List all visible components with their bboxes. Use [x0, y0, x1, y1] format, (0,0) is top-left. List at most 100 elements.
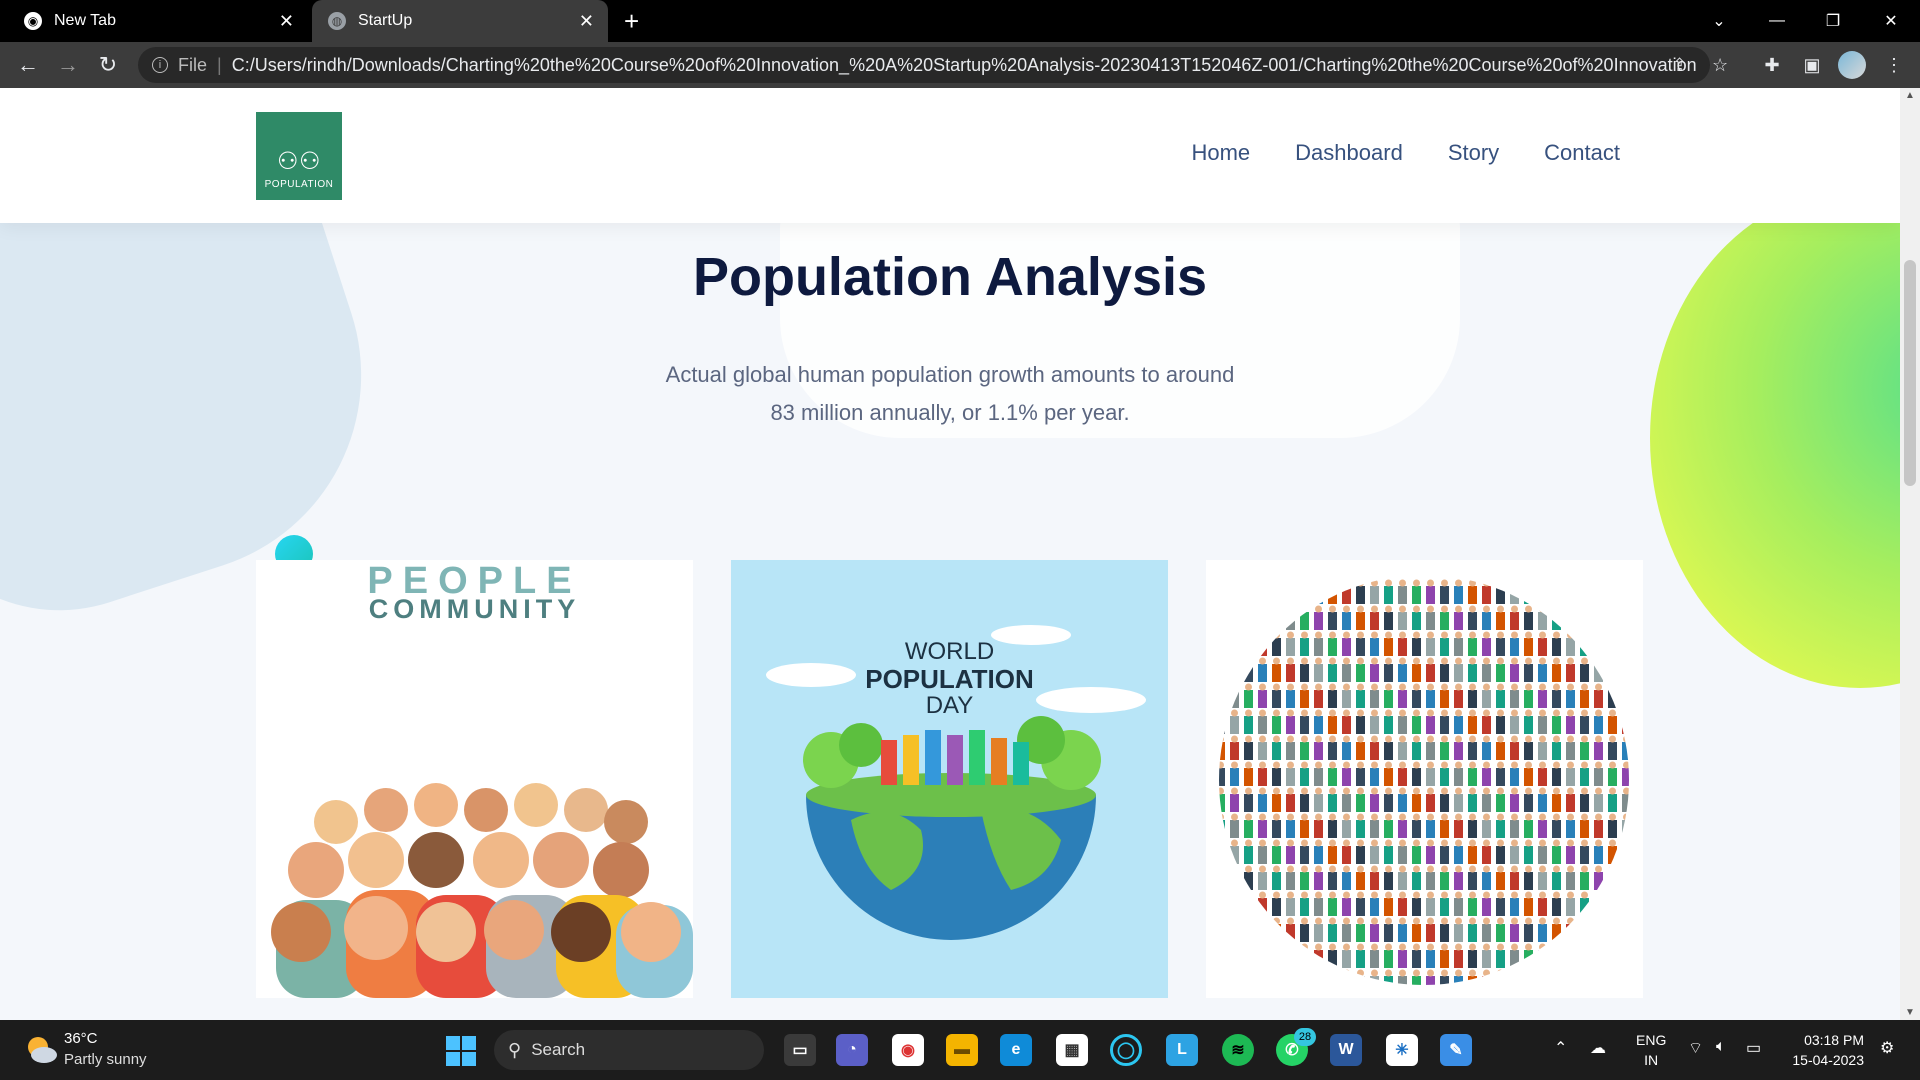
crowd-person-head	[1623, 735, 1629, 743]
crowd-person-head	[1357, 943, 1364, 951]
windows-start-icon[interactable]	[446, 1036, 476, 1066]
nav-story[interactable]: Story	[1448, 140, 1499, 166]
onedrive-cloud-icon[interactable]: ☁	[1590, 1038, 1606, 1058]
reload-icon[interactable]: ↻	[94, 51, 122, 79]
nav-contact[interactable]: Contact	[1544, 140, 1620, 166]
side-panel-icon[interactable]: ▣	[1800, 53, 1824, 77]
battery-icon[interactable]: ▭	[1746, 1038, 1761, 1058]
tab-search-icon[interactable]: ⌄	[1690, 0, 1748, 42]
crowd-person	[1412, 820, 1421, 838]
taskbar-search[interactable]: ⚲ Search	[494, 1030, 764, 1070]
crowd-person-head	[1567, 657, 1574, 665]
crowd-person	[1538, 950, 1547, 968]
crowd-person-head	[1511, 917, 1518, 925]
crowd-person-head	[1231, 657, 1238, 665]
chrome-app-icon[interactable]: ◉	[892, 1034, 924, 1066]
crowd-person-head	[1301, 683, 1308, 691]
crowd-person-head	[1343, 969, 1350, 977]
crowd-person-head	[1357, 891, 1364, 899]
weather-sun-cloud-icon[interactable]	[24, 1034, 58, 1064]
crowd-person-head	[1623, 891, 1629, 899]
address-bar[interactable]: i File | C:/Users/rindh/Downloads/Charti…	[138, 47, 1710, 83]
forward-arrow-icon[interactable]: →	[54, 51, 82, 79]
scroll-down-arrow-icon[interactable]: ▼	[1900, 1007, 1920, 1018]
bookmark-star-icon[interactable]: ☆	[1712, 55, 1728, 76]
crowd-person-head	[1287, 761, 1294, 769]
crowd-person	[1230, 950, 1239, 968]
restore-button[interactable]: ❐	[1804, 0, 1862, 42]
crowd-person	[1384, 586, 1393, 604]
crowd-person	[1314, 976, 1323, 985]
edge-icon[interactable]: e	[1000, 1034, 1032, 1066]
crowd-person	[1594, 586, 1603, 604]
volume-icon[interactable]: 🔈︎	[1716, 1038, 1726, 1056]
crowd-person	[1300, 872, 1309, 890]
scroll-up-arrow-icon[interactable]: ▲	[1900, 90, 1920, 101]
crowd-person-head	[1399, 865, 1406, 873]
language-indicator[interactable]: ENG IN	[1636, 1030, 1666, 1070]
crowd-person	[1552, 664, 1561, 682]
crowd-person	[1342, 742, 1351, 760]
taskbar-clock[interactable]: 03:18 PM 15-04-2023	[1784, 1030, 1864, 1070]
crowd-person-head	[1259, 813, 1266, 821]
crowd-person	[1300, 820, 1309, 838]
weather-temp[interactable]: 36°C	[64, 1030, 98, 1047]
crowd-person	[1219, 768, 1225, 786]
task-view-icon[interactable]: ▭	[784, 1034, 816, 1066]
card-world-population-day: WORLD POPULATION DAY	[731, 560, 1168, 998]
crowd-person-head	[1371, 813, 1378, 821]
crowd-person-head	[1273, 917, 1280, 925]
l-app-icon[interactable]: L	[1166, 1034, 1198, 1066]
site-logo[interactable]: ⚇⚇ POPULATION	[256, 112, 342, 200]
close-tab-icon[interactable]: ✕	[279, 11, 294, 31]
paint-icon[interactable]: ✎	[1440, 1034, 1472, 1066]
tab-startup[interactable]: ◍ StartUp ✕	[312, 0, 608, 42]
store-icon[interactable]: ▦	[1056, 1034, 1088, 1066]
profile-avatar[interactable]	[1838, 51, 1866, 79]
crowd-person	[1566, 924, 1575, 942]
minimize-button[interactable]: —	[1748, 0, 1806, 42]
teams-chat-icon[interactable]: ◔	[836, 1034, 868, 1066]
extensions-puzzle-icon[interactable]: ✚	[1760, 53, 1784, 77]
wifi-icon[interactable]: ⌔	[1688, 1038, 1703, 1058]
crowd-person-head	[1287, 865, 1294, 873]
word-icon[interactable]: W	[1330, 1034, 1362, 1066]
snipping-grid-icon[interactable]: ✳	[1386, 1034, 1418, 1066]
crowd-person	[1566, 950, 1575, 968]
crowd-person-head	[1413, 943, 1420, 951]
crowd-person	[1314, 846, 1323, 864]
crowd-person	[1286, 638, 1295, 656]
chevron-up-icon[interactable]: ⌃	[1554, 1038, 1567, 1058]
url-text[interactable]: C:/Users/rindh/Downloads/Charting%20the%…	[232, 55, 1696, 76]
new-tab-button[interactable]: +	[624, 6, 639, 36]
crowd-person	[1342, 898, 1351, 916]
crowd-person	[1580, 586, 1589, 604]
crowd-person	[1482, 638, 1491, 656]
crowd-person	[1468, 950, 1477, 968]
alexa-icon[interactable]: ◯	[1110, 1034, 1142, 1066]
crowd-person	[1342, 586, 1351, 604]
crowd-person-head	[1567, 787, 1574, 795]
tab-new-tab[interactable]: ◉ New Tab ✕	[8, 0, 308, 42]
back-arrow-icon[interactable]: ←	[14, 51, 42, 79]
file-explorer-icon[interactable]: ▬	[946, 1034, 978, 1066]
crowd-person-head	[1273, 709, 1280, 717]
spotify-icon[interactable]: ≋	[1222, 1034, 1254, 1066]
info-icon[interactable]: i	[152, 57, 168, 73]
page-scrollbar[interactable]: ▲ ▼	[1900, 88, 1920, 1020]
scrollbar-thumb[interactable]	[1904, 260, 1916, 486]
nav-home[interactable]: Home	[1191, 140, 1250, 166]
share-icon[interactable]: ⇪	[1672, 55, 1687, 76]
close-tab-icon[interactable]: ✕	[579, 11, 594, 31]
crowd-person	[1398, 976, 1407, 985]
nav-dashboard[interactable]: Dashboard	[1295, 140, 1403, 166]
crowd-person	[1524, 742, 1533, 760]
crowd-person-head	[1469, 709, 1476, 717]
notification-icon[interactable]: ⚙	[1880, 1038, 1894, 1058]
crowd-person-head	[1315, 579, 1322, 587]
crowd-person	[1398, 638, 1407, 656]
weather-desc[interactable]: Partly sunny	[64, 1051, 147, 1068]
crowd-person	[1258, 820, 1267, 838]
menu-kebab-icon[interactable]: ⋮	[1882, 53, 1906, 77]
close-window-button[interactable]: ✕	[1862, 0, 1920, 42]
